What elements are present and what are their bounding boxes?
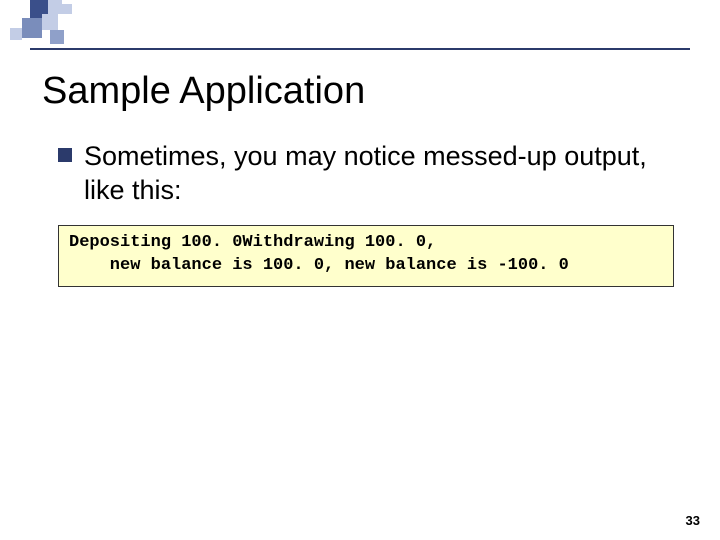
bullet-square-icon [58, 148, 72, 162]
page-number: 33 [686, 513, 700, 528]
corner-decoration [0, 0, 150, 50]
slide-title: Sample Application [42, 70, 365, 113]
code-line-1: Depositing 100. 0Withdrawing 100. 0, [69, 233, 436, 252]
code-line-2: new balance is 100. 0, new balance is -1… [69, 256, 569, 275]
divider-line [30, 48, 690, 50]
bullet-text: Sometimes, you may notice messed-up outp… [84, 140, 680, 208]
bullet-item: Sometimes, you may notice messed-up outp… [58, 140, 680, 208]
code-output-box: Depositing 100. 0Withdrawing 100. 0, new… [58, 225, 674, 287]
